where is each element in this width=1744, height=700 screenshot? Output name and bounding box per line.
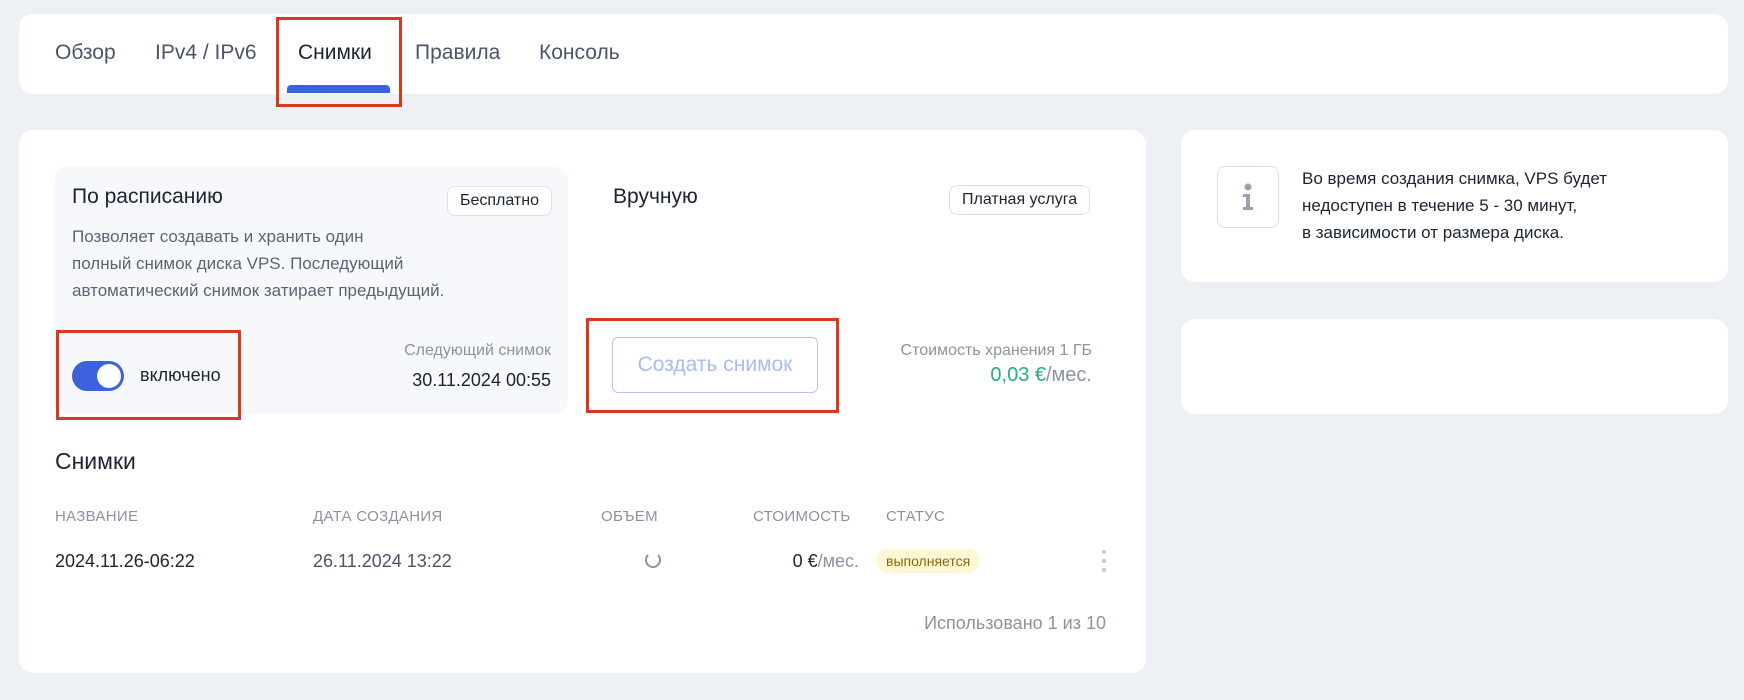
col-status: СТАТУС (886, 508, 946, 525)
row-menu-icon[interactable] (1101, 550, 1107, 572)
loading-spinner-icon (645, 552, 661, 568)
info-icon (1217, 166, 1279, 228)
snapshot-cost-value: 0 € (792, 551, 818, 571)
usage-counter: Использовано 1 из 10 (924, 613, 1106, 633)
scheduled-title: По расписанию (72, 185, 223, 208)
tab-console[interactable]: Консоль (539, 41, 620, 65)
snapshot-date: 26.11.2024 13:22 (313, 551, 452, 571)
snapshots-card: По расписанию Бесплатно Позволяет создав… (19, 130, 1146, 673)
scheduled-panel: По расписанию Бесплатно Позволяет создав… (54, 167, 568, 413)
tabs-bar: Обзор IPv4 / IPv6 Снимки Правила Консоль (19, 14, 1728, 94)
next-snapshot-label: Следующий снимок (404, 342, 551, 359)
col-name: НАЗВАНИЕ (55, 508, 139, 525)
free-badge: Бесплатно (446, 186, 552, 216)
storage-price: 0,03 € (990, 364, 1046, 386)
col-cost: СТОИМОСТЬ (753, 508, 851, 525)
schedule-toggle[interactable] (72, 361, 124, 391)
paid-badge: Платная услуга (949, 185, 1091, 215)
tab-snapshots[interactable]: Снимки (298, 41, 372, 65)
storage-cost: 0,03 €/мес. (990, 364, 1092, 387)
status-badge: выполняется (876, 549, 981, 573)
storage-cost-label: Стоимость хранения 1 ГБ (900, 342, 1092, 359)
snapshots-section-title: Снимки (55, 448, 136, 474)
info-card: Во время создания снимка, VPS будет недо… (1181, 130, 1728, 282)
snapshot-cost-unit: /мес. (817, 551, 859, 571)
info-text: Во время создания снимка, VPS будет недо… (1302, 169, 1608, 242)
empty-card (1181, 319, 1728, 414)
toggle-label: включено (140, 365, 221, 385)
col-size: ОБЪЕМ (601, 508, 658, 525)
snapshot-cost: 0 €/мес. (793, 551, 859, 572)
storage-unit: /мес. (1046, 364, 1092, 386)
col-created: ДАТА СОЗДАНИЯ (313, 508, 443, 525)
snapshot-name: 2024.11.26-06:22 (55, 551, 195, 571)
next-snapshot-date: 30.11.2024 00:55 (412, 370, 551, 390)
active-tab-indicator (287, 85, 390, 93)
tab-ip[interactable]: IPv4 / IPv6 (155, 41, 257, 65)
manual-title: Вручную (613, 185, 698, 208)
create-snapshot-button[interactable]: Создать снимок (612, 337, 818, 393)
tab-rules[interactable]: Правила (415, 41, 500, 65)
tab-overview[interactable]: Обзор (55, 41, 116, 65)
scheduled-description: Позволяет создавать и хранить один полны… (72, 227, 445, 300)
